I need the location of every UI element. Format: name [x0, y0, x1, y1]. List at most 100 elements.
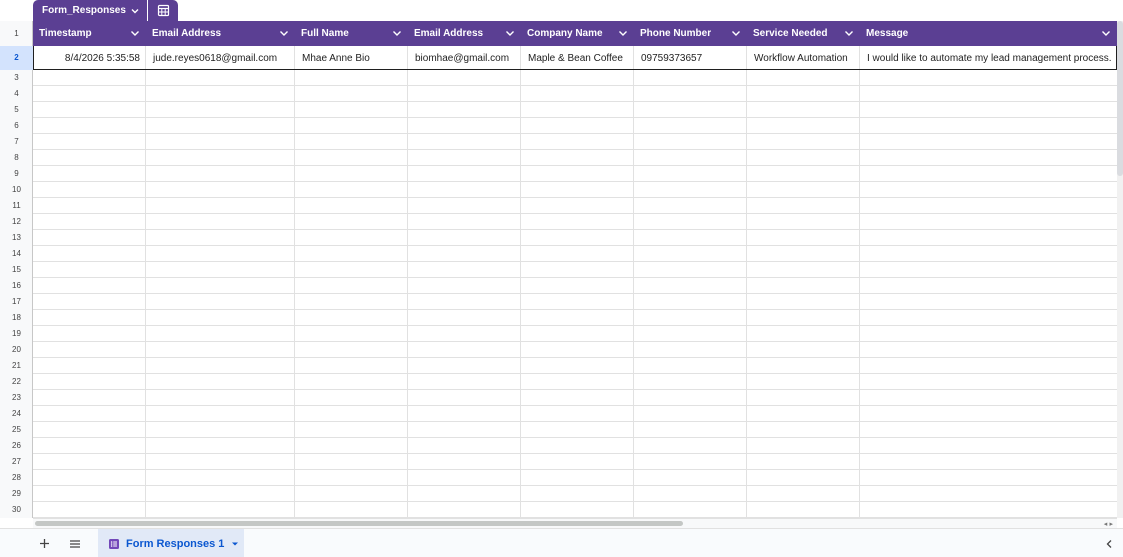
row-number[interactable]: 26 [0, 438, 33, 454]
row-gridline [33, 357, 1117, 358]
chevron-down-icon[interactable] [1101, 28, 1111, 38]
row-number[interactable]: 17 [0, 294, 33, 310]
horizontal-scrollbar-thumb[interactable] [35, 521, 683, 526]
row-gridline [33, 101, 1117, 102]
caret-down-icon[interactable] [231, 538, 239, 550]
chevron-down-icon[interactable] [279, 28, 289, 38]
sheet-tab-form-responses-1[interactable]: Form Responses 1 [98, 529, 244, 557]
row-gridline [33, 261, 1117, 262]
row-number[interactable]: 4 [0, 86, 33, 102]
table-cell-service[interactable]: Workflow Automation [748, 46, 860, 70]
row-number[interactable]: 7 [0, 134, 33, 150]
chevron-down-icon[interactable] [125, 6, 145, 16]
collapse-sidebar-button[interactable] [1105, 529, 1113, 557]
column-header[interactable]: Timestamp [33, 21, 146, 46]
row-number[interactable]: 15 [0, 262, 33, 278]
row-number[interactable]: 16 [0, 278, 33, 294]
row-gridline [33, 229, 1117, 230]
row-gridline [33, 309, 1117, 310]
row-number[interactable]: 30 [0, 502, 33, 518]
row-number[interactable]: 13 [0, 230, 33, 246]
form-icon [109, 538, 119, 549]
chevron-down-icon[interactable] [618, 28, 628, 38]
vertical-scrollbar-thumb[interactable] [1117, 21, 1123, 176]
row-number[interactable]: 23 [0, 390, 33, 406]
column-header-label: Full Name [301, 28, 349, 39]
row-number[interactable]: 12 [0, 214, 33, 230]
row-number[interactable]: 6 [0, 118, 33, 134]
row-gridline [33, 85, 1117, 86]
column-header[interactable]: Service Needed [747, 21, 860, 46]
row-number[interactable]: 8 [0, 150, 33, 166]
row-number[interactable]: 28 [0, 470, 33, 486]
row-gridline [33, 501, 1117, 502]
column-header-label: Phone Number [640, 28, 712, 39]
column-header[interactable]: Phone Number [634, 21, 747, 46]
table-cell-company[interactable]: Maple & Bean Coffee [522, 46, 634, 70]
row-number[interactable]: 22 [0, 374, 33, 390]
row-gridline [33, 437, 1117, 438]
menu-icon [70, 539, 80, 548]
row-gridline [33, 245, 1117, 246]
table-chip[interactable]: Form_Responses [33, 0, 178, 21]
table-cell-phone[interactable]: 09759373657 [635, 46, 747, 70]
chevron-down-icon[interactable] [505, 28, 515, 38]
vertical-scrollbar[interactable] [1117, 21, 1123, 518]
row-gridline [33, 293, 1117, 294]
table-row[interactable]: 8/4/2026 5:35:58 jude.reyes0618@gmail.com… [33, 46, 1117, 70]
row-gridline [33, 453, 1117, 454]
row-number[interactable]: 11 [0, 198, 33, 214]
table-cell-full-name[interactable]: Mhae Anne Bio [296, 46, 408, 70]
row-gridline [33, 117, 1117, 118]
row-number-column: 1 2 3 4 5 6 7 8 9 10 11 12 13 14 15 16 17 18 19 20 21 22 23 24 2… [0, 21, 33, 518]
table-cell-timestamp[interactable]: 8/4/2026 5:35:58 [34, 46, 146, 70]
column-header[interactable]: Email Address [408, 21, 521, 46]
chevron-down-icon[interactable] [130, 28, 140, 38]
row-number[interactable]: 18 [0, 310, 33, 326]
data-area: 8/4/2026 5:35:58 jude.reyes0618@gmail.com… [33, 46, 1117, 518]
row-gridline [33, 421, 1117, 422]
row-number[interactable]: 20 [0, 342, 33, 358]
row-gridline [33, 325, 1117, 326]
column-header-label: Service Needed [753, 28, 828, 39]
row-number[interactable]: 5 [0, 102, 33, 118]
all-sheets-button[interactable] [62, 529, 88, 557]
chevron-down-icon[interactable] [731, 28, 741, 38]
row-number[interactable]: 29 [0, 486, 33, 502]
row-number[interactable]: 3 [0, 70, 33, 86]
chevron-down-icon[interactable] [844, 28, 854, 38]
row-gridline [33, 389, 1117, 390]
row-number[interactable]: 25 [0, 422, 33, 438]
table-view-icon[interactable] [148, 4, 178, 17]
row-number[interactable]: 24 [0, 406, 33, 422]
row-number[interactable]: 9 [0, 166, 33, 182]
row-gridline [33, 277, 1117, 278]
scroll-arrows-icon[interactable]: ◂ ▸ [1104, 520, 1113, 528]
row-gridline [33, 405, 1117, 406]
chevron-down-icon[interactable] [392, 28, 402, 38]
column-header-label: Timestamp [39, 28, 92, 39]
row-number[interactable]: 19 [0, 326, 33, 342]
row-gridline [33, 373, 1117, 374]
row-number[interactable]: 21 [0, 358, 33, 374]
row-gridline [33, 197, 1117, 198]
row-number[interactable]: 10 [0, 182, 33, 198]
plus-icon [39, 539, 49, 548]
add-sheet-button[interactable] [31, 529, 57, 557]
table-cell-email[interactable]: jude.reyes0618@gmail.com [147, 46, 295, 70]
column-header[interactable]: Full Name [295, 21, 408, 46]
row-number[interactable]: 1 [0, 21, 33, 46]
column-header[interactable]: Company Name [521, 21, 634, 46]
row-number[interactable]: 2 [0, 46, 33, 70]
table-cell-message[interactable]: I would like to automate my lead managem… [861, 46, 1117, 70]
table-chip-bar: Form_Responses [0, 0, 1123, 21]
column-header[interactable]: Message [860, 21, 1117, 46]
row-number[interactable]: 14 [0, 246, 33, 262]
sheet-bar: Form Responses 1 [0, 528, 1123, 557]
spreadsheet-grid[interactable]: 1 2 3 4 5 6 7 8 9 10 11 12 13 14 15 16 17 18 19 20 21 22 23 24 2… [0, 21, 1117, 518]
row-gridline [33, 341, 1117, 342]
horizontal-scrollbar[interactable]: ◂ ▸ [33, 518, 1117, 528]
column-header[interactable]: Email Address [146, 21, 295, 46]
row-number[interactable]: 27 [0, 454, 33, 470]
table-cell-email2[interactable]: biomhae@gmail.com [409, 46, 521, 70]
